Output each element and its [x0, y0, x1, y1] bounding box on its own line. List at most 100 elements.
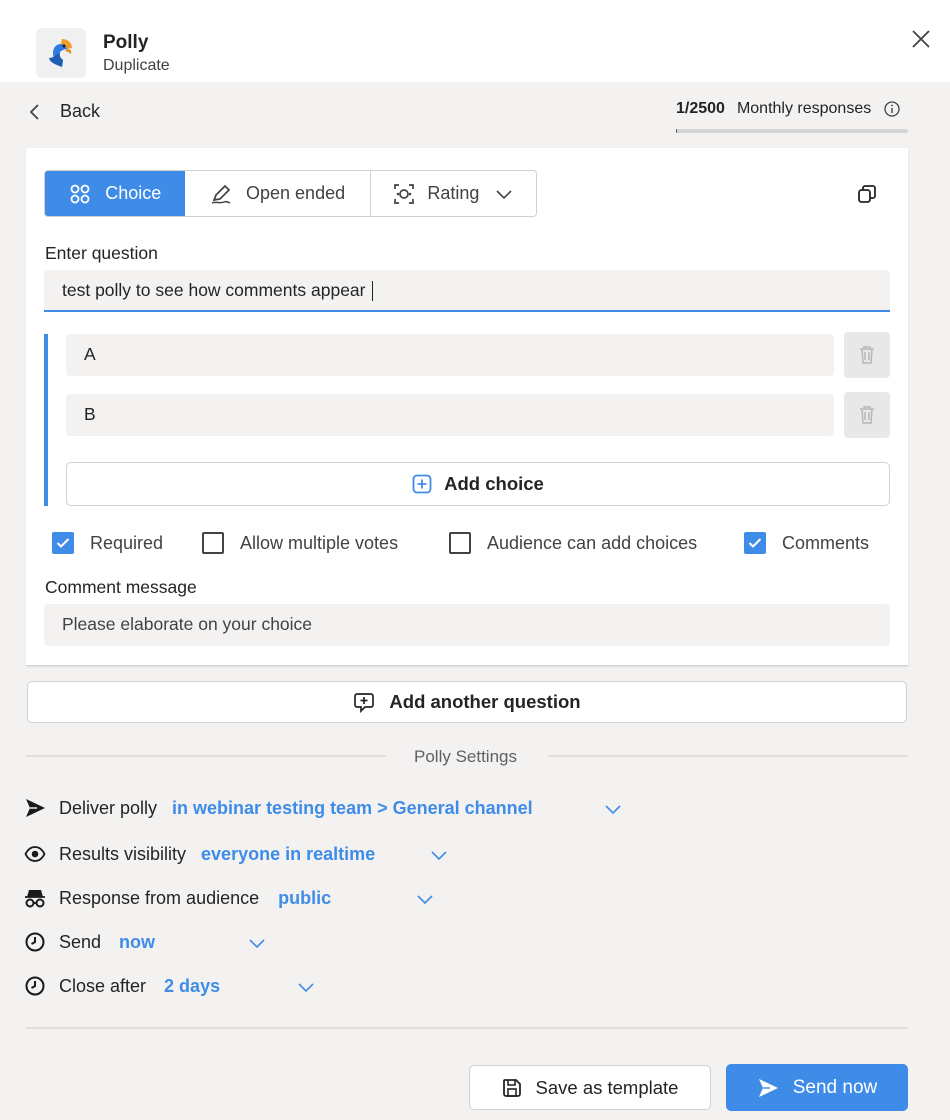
- response-from-audience-label: Response from audience: [59, 887, 260, 908]
- setting-results-visibility: Results visibility everyone in realtime: [24, 843, 375, 865]
- back-button[interactable]: Back: [28, 101, 100, 122]
- comments-checkbox[interactable]: [744, 532, 766, 554]
- question-card: Choice Open ended Rating Enter question …: [26, 148, 908, 666]
- chevron-down-icon[interactable]: [248, 937, 266, 949]
- copy-question-button[interactable]: [856, 183, 878, 210]
- results-visibility-value[interactable]: everyone in realtime: [201, 844, 375, 865]
- option-comments[interactable]: Comments: [744, 532, 869, 554]
- rating-icon: [394, 183, 415, 204]
- close-icon: [912, 30, 930, 48]
- setting-deliver-polly: Deliver polly in webinar testing team > …: [24, 797, 533, 819]
- chevron-down-icon: [496, 189, 512, 199]
- add-comment-icon: [354, 693, 375, 713]
- dialog-header: Polly Duplicate: [0, 0, 950, 82]
- clock-icon: [24, 975, 46, 997]
- choice-input-a[interactable]: A: [66, 334, 834, 376]
- choice-icon: [70, 184, 90, 203]
- send-icon: [758, 1078, 778, 1097]
- tab-rating-label: Rating: [427, 183, 480, 203]
- save-icon: [502, 1078, 521, 1097]
- choice-input-b[interactable]: B: [66, 394, 834, 436]
- close-button[interactable]: [908, 26, 934, 52]
- deliver-polly-value[interactable]: in webinar testing team > General channe…: [172, 798, 533, 819]
- delete-choice-b-button[interactable]: [844, 392, 890, 438]
- chevron-left-icon: [29, 103, 39, 120]
- option-required[interactable]: Required: [52, 532, 163, 554]
- settings-divider-left: [26, 755, 386, 757]
- comment-message-text: Please elaborate on your choice: [62, 614, 313, 634]
- incognito-icon: [24, 887, 46, 909]
- question-text: test polly to see how comments appear: [62, 280, 366, 300]
- settings-title: Polly Settings: [414, 747, 517, 766]
- copy-icon: [858, 185, 876, 203]
- audience-add-choices-label: Audience can add choices: [487, 532, 698, 553]
- checkmark-icon: [56, 538, 70, 548]
- choice-a-text: A: [84, 344, 96, 364]
- usage-label: Monthly responses: [736, 100, 872, 117]
- setting-send: Send now: [24, 931, 155, 953]
- usage-count: 1/2500: [676, 100, 725, 117]
- add-choice-button[interactable]: Add choice: [66, 462, 890, 506]
- send-icon: [24, 797, 46, 819]
- text-caret: [371, 281, 373, 302]
- footer-divider: [26, 1027, 908, 1029]
- usage-indicator: 1/2500 Monthly responses: [676, 100, 901, 118]
- choices-list: A B Add choice: [44, 332, 890, 506]
- option-allow-multiple-votes[interactable]: Allow multiple votes: [202, 532, 398, 554]
- tab-choice-label: Choice: [105, 183, 162, 203]
- back-label: Back: [60, 101, 101, 121]
- checkmark-icon: [748, 538, 762, 548]
- chevron-down-icon[interactable]: [604, 803, 622, 815]
- clock-icon: [24, 931, 46, 953]
- chevron-down-icon[interactable]: [416, 893, 434, 905]
- option-audience-add-choices[interactable]: Audience can add choices: [449, 532, 697, 554]
- eye-icon: [24, 843, 46, 865]
- settings-divider-right: [548, 755, 908, 757]
- required-checkbox[interactable]: [52, 532, 74, 554]
- question-label: Enter question: [45, 243, 158, 263]
- save-as-template-button[interactable]: Save as template: [469, 1065, 711, 1110]
- comment-message-label: Comment message: [45, 577, 197, 597]
- results-visibility-label: Results visibility: [59, 843, 187, 864]
- tab-rating[interactable]: Rating: [370, 171, 536, 216]
- pen-icon: [211, 184, 231, 204]
- info-icon[interactable]: [883, 100, 901, 118]
- usage-progress-bar: [676, 129, 908, 133]
- close-after-value[interactable]: 2 days: [164, 976, 220, 997]
- dialog-subtitle: Duplicate: [103, 57, 170, 74]
- trash-icon: [860, 406, 874, 424]
- save-as-template-label: Save as template: [535, 1076, 679, 1098]
- question-type-selector: Choice Open ended Rating: [44, 170, 537, 217]
- parrot-icon: [49, 39, 72, 67]
- trash-icon: [860, 346, 874, 364]
- polly-logo: [36, 28, 86, 78]
- comments-label: Comments: [782, 532, 870, 553]
- tab-choice[interactable]: Choice: [45, 171, 186, 216]
- setting-close-after: Close after 2 days: [24, 975, 220, 997]
- add-another-question-button[interactable]: Add another question: [27, 681, 907, 723]
- delete-choice-a-button[interactable]: [844, 332, 890, 378]
- setting-response-from-audience: Response from audience public: [24, 887, 331, 909]
- close-after-label: Close after: [59, 975, 147, 996]
- deliver-polly-label: Deliver polly: [59, 797, 158, 818]
- add-choice-label: Add choice: [444, 473, 544, 494]
- allow-multiple-votes-checkbox[interactable]: [202, 532, 224, 554]
- chevron-down-icon[interactable]: [430, 849, 448, 861]
- allow-multiple-votes-label: Allow multiple votes: [240, 532, 399, 553]
- audience-add-choices-checkbox[interactable]: [449, 532, 471, 554]
- send-value[interactable]: now: [119, 932, 155, 953]
- question-input[interactable]: test polly to see how comments appear: [44, 270, 890, 312]
- tab-open-ended[interactable]: Open ended: [185, 171, 371, 216]
- send-now-label: Send now: [792, 1076, 878, 1098]
- comment-message-input[interactable]: Please elaborate on your choice: [44, 604, 890, 646]
- chevron-down-icon[interactable]: [297, 981, 315, 993]
- send-label: Send: [59, 931, 102, 952]
- required-label: Required: [90, 532, 164, 553]
- app-title: Polly: [103, 32, 149, 53]
- plus-square-icon: [412, 474, 432, 494]
- response-from-audience-value[interactable]: public: [278, 888, 331, 909]
- add-another-question-label: Add another question: [389, 691, 581, 712]
- choice-b-text: B: [84, 404, 96, 424]
- send-now-button[interactable]: Send now: [726, 1064, 908, 1111]
- tab-open-ended-label: Open ended: [246, 183, 346, 203]
